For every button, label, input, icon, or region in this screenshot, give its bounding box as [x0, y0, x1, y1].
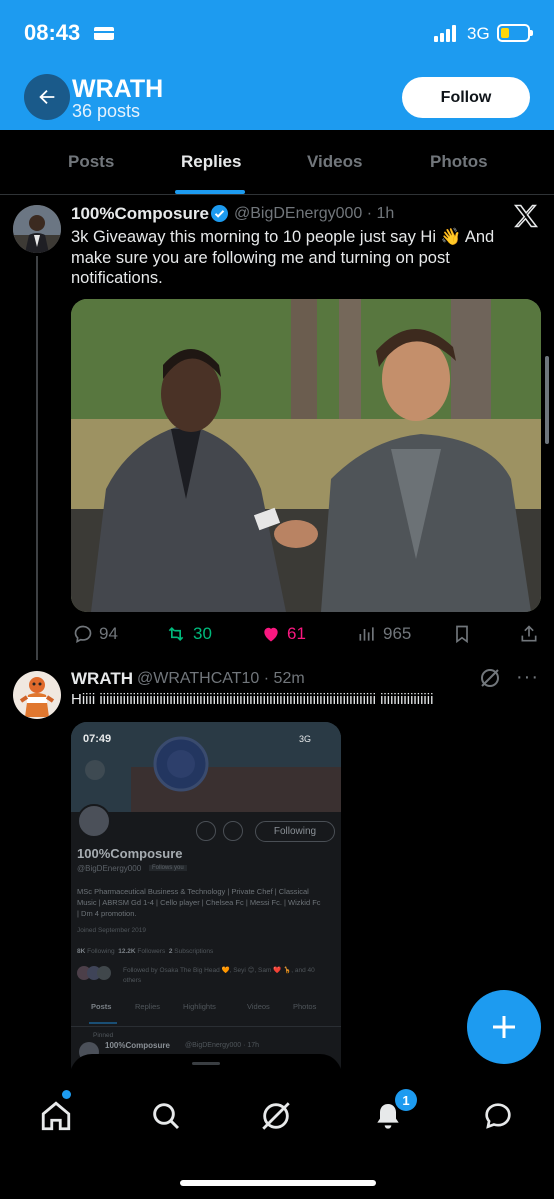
author-avatar[interactable]: [13, 205, 61, 253]
tab-photos[interactable]: Photos: [430, 152, 488, 172]
view-count: 965: [383, 624, 412, 643]
nav-home[interactable]: [36, 1096, 76, 1136]
reply-count: 94: [99, 624, 118, 643]
tab-videos[interactable]: Videos: [307, 152, 362, 172]
embedded-notify-icon: [196, 821, 216, 841]
sim-card-icon: [94, 27, 114, 40]
compose-post-button[interactable]: [467, 990, 541, 1064]
embedded-handle: @BigDEnergy000: [77, 864, 142, 873]
embedded-follower-avatars: [77, 966, 117, 982]
verified-badge-icon: [211, 205, 228, 222]
profile-header: WRATH 36 posts Follow: [0, 62, 554, 130]
embedded-profile-name: 100%Composure: [77, 846, 183, 861]
views-chart-icon: [359, 627, 374, 641]
embedded-following-button: Following: [255, 821, 335, 842]
notification-badge: 1: [395, 1089, 417, 1111]
tweet-photo[interactable]: [71, 299, 541, 612]
back-button[interactable]: [24, 74, 70, 120]
profile-tabs: Posts Replies Videos Photos: [0, 130, 554, 195]
arrow-left-icon: [39, 89, 55, 105]
embedded-stats: 8K Following 12.2K Followers 2 Subscript…: [77, 948, 214, 955]
author-avatar[interactable]: [13, 671, 61, 719]
status-bar: 08:43 3G: [0, 0, 554, 62]
profile-name: WRATH: [72, 75, 164, 103]
embedded-network: 3G: [299, 734, 312, 744]
nav-messages[interactable]: [478, 1096, 518, 1136]
tweet-author-name[interactable]: 100%Composure: [71, 204, 209, 224]
follow-button[interactable]: Follow: [402, 77, 530, 118]
scrollbar[interactable]: [545, 356, 549, 444]
network-type: 3G: [467, 24, 490, 43]
home-indicator: [180, 1180, 376, 1186]
thread-line: [36, 256, 38, 660]
tab-posts[interactable]: Posts: [68, 152, 114, 172]
embedded-avatar: [77, 804, 111, 838]
embedded-status-time: 07:49: [83, 733, 112, 745]
bookmark-button[interactable]: [453, 624, 471, 644]
retweet-icon: [168, 626, 184, 642]
signal-strength-icon: [434, 24, 460, 42]
nav-search[interactable]: [146, 1096, 186, 1136]
battery-icon: [497, 24, 533, 42]
reply-icon: [74, 625, 92, 643]
tweet-text: 3k Giveaway this morning to 10 people ju…: [71, 228, 495, 287]
search-icon: [153, 1103, 180, 1130]
heart-filled-icon: [264, 627, 278, 642]
retweet-button[interactable]: 30: [165, 624, 212, 644]
grok-icon: [262, 1102, 290, 1130]
home-new-dot: [62, 1090, 71, 1099]
embedded-back-icon: [85, 760, 105, 780]
plus-icon: [493, 1016, 515, 1038]
embedded-divider: [71, 1026, 341, 1027]
like-count: 61: [287, 624, 306, 643]
active-tab-indicator: [175, 190, 245, 194]
retweet-count: 30: [193, 624, 212, 643]
embedded-followed-by: Followed by Osaka The Big Head 🧡, Seyi 😊…: [123, 967, 315, 984]
embedded-pinned-label: Pinned: [93, 1032, 114, 1039]
nav-grok[interactable]: [256, 1096, 296, 1136]
views-button[interactable]: 965: [357, 624, 411, 644]
bookmark-icon: [456, 625, 468, 644]
embedded-pinned-handle: @BigDEnergy000 · 17h: [185, 1042, 260, 1049]
share-button[interactable]: [519, 624, 539, 644]
tab-replies[interactable]: Replies: [181, 152, 241, 172]
message-bubble-icon: [485, 1103, 511, 1129]
like-button[interactable]: 61: [261, 624, 306, 644]
tweet-handle: @BigDEnergy000 · 1h: [234, 205, 395, 222]
embedded-bio: MSc Pharmaceutical Business & Technology…: [77, 887, 321, 918]
tweet-handle: @WRATHCAT10 · 52m: [137, 670, 305, 687]
embedded-pinned-author: 100%Composure: [105, 1041, 170, 1050]
tweet-text: Hiiii iiiiiiiiiiiiiiiiiiiiiiiiiiiiiiiiii…: [71, 691, 434, 708]
embedded-joined: Joined September 2019: [77, 927, 147, 934]
tweet-image-screenshot[interactable]: 07:49 3G Following 100%Composure @BigDEn…: [71, 722, 341, 1082]
bottom-navigation: [0, 1076, 554, 1199]
tweet-author-name[interactable]: WRATH: [71, 669, 133, 689]
embedded-message-icon: [223, 821, 243, 841]
home-icon: [41, 1101, 71, 1131]
share-icon: [521, 625, 537, 642]
embedded-follows-you: Follows you: [149, 865, 187, 871]
reply-button[interactable]: 94: [73, 624, 118, 644]
post-count: 36 posts: [72, 101, 141, 121]
status-time: 08:43: [24, 20, 81, 45]
more-options-icon[interactable]: ···: [516, 666, 539, 689]
